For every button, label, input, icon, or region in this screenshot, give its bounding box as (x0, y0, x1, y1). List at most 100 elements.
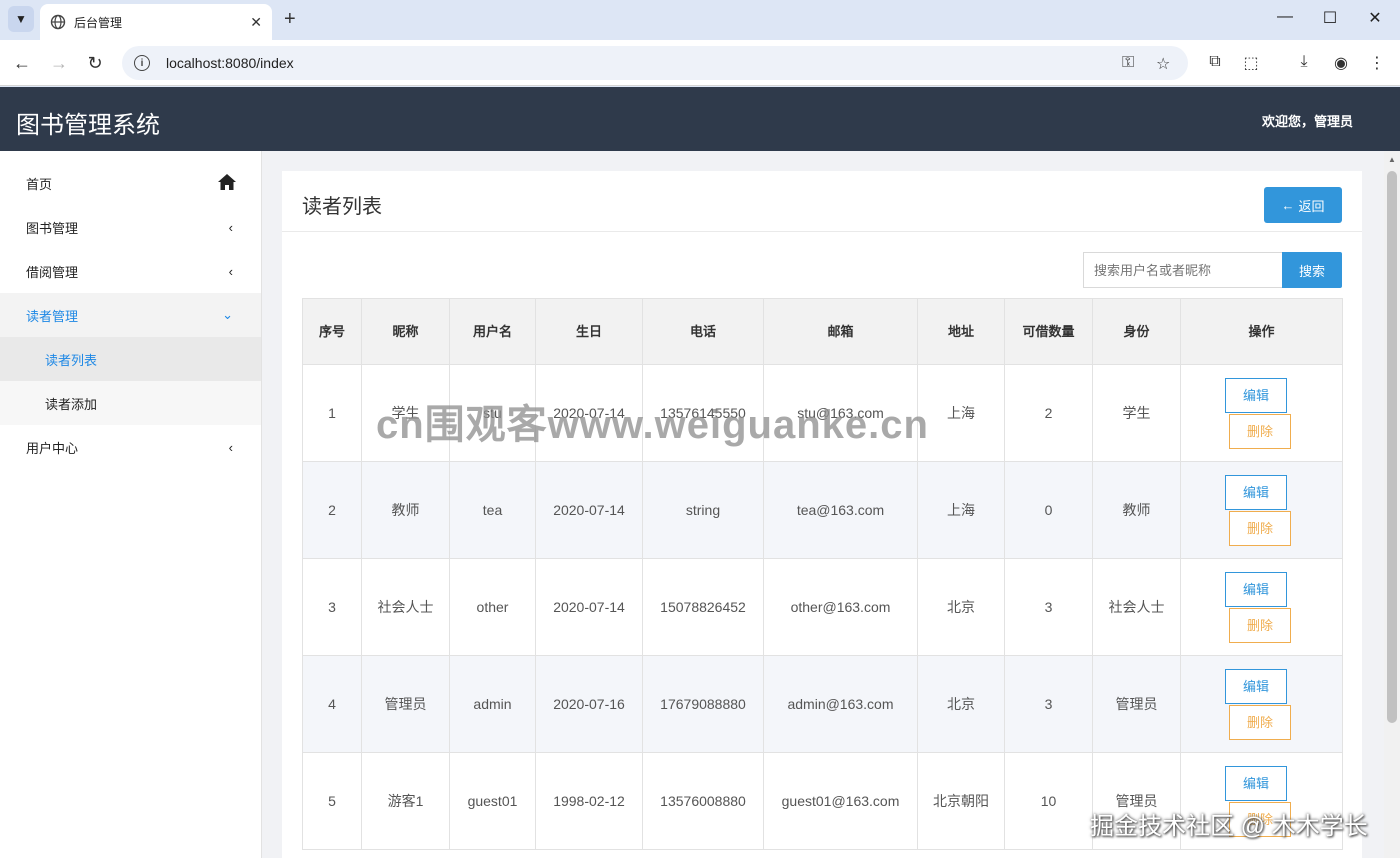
page-scrollbar[interactable]: ▲ (1384, 151, 1400, 858)
edit-button[interactable]: 编辑 (1225, 668, 1287, 704)
column-header: 可借数量 (1004, 298, 1093, 365)
column-header: 昵称 (361, 298, 450, 365)
delete-button[interactable]: 删除 (1229, 704, 1291, 740)
table-cell: 2 (302, 461, 362, 559)
delete-button[interactable]: 删除 (1229, 413, 1291, 449)
table-cell: 教师 (361, 461, 450, 559)
address-bar[interactable]: i localhost:8080/index ⚿ ☆ (122, 46, 1188, 80)
column-header: 生日 (535, 298, 643, 365)
table-cell: 游客1 (361, 752, 450, 850)
table-cell: 社会人士 (361, 558, 450, 656)
edit-button[interactable]: 编辑 (1225, 765, 1287, 801)
sidebar-subitem-reader-add[interactable]: 读者添加 (0, 381, 261, 425)
app-title: 图书管理系统 (16, 112, 160, 139)
bookmark-star-icon[interactable]: ☆ (1156, 54, 1170, 74)
scrollbar-thumb[interactable] (1387, 171, 1397, 723)
app-header: 图书管理系统 欢迎您，管理员 (0, 87, 1400, 151)
chevron-left-icon: ‹ (228, 219, 233, 235)
chevron-left-icon: ‹ (228, 263, 233, 279)
table-cell: tea@163.com (763, 461, 918, 559)
close-window-button[interactable]: ✕ (1360, 8, 1390, 28)
actions-cell: 编辑 删除 (1180, 655, 1343, 753)
sidebar-item-user-center[interactable]: 用户中心 ‹ (0, 425, 261, 469)
password-key-icon[interactable]: ⚿ (1122, 54, 1134, 72)
main-content: 读者列表 ← 返回 搜索 序号昵称用户名生日电话邮箱地址可借数量身份操作 1 学生… (262, 151, 1384, 858)
back-button-label: 返回 (1298, 198, 1325, 214)
table-cell: 北京朝阳 (917, 752, 1005, 850)
table-cell: 2 (1004, 364, 1093, 462)
table-cell: 15078826452 (642, 558, 764, 656)
edit-button[interactable]: 编辑 (1225, 474, 1287, 510)
search-button[interactable]: 搜索 (1282, 252, 1342, 288)
table-cell: 3 (302, 558, 362, 656)
tab-title: 后台管理 (74, 15, 123, 30)
reader-table: 序号 昵称 用户名 生日 电话 邮箱 地址 可借数量 身份 操作 1 学生 stu 2020-07-14… (302, 298, 1343, 850)
sidebar-subitem-label: 读者列表 (45, 352, 98, 368)
browser-toolbar: ← → ↻ i localhost:8080/index ⚿ ☆ ⧉ ⬚ ⤓ ◉… (0, 40, 1400, 86)
chevron-down-icon: ⌄ (222, 307, 233, 322)
arrow-left-icon: ← (1281, 197, 1295, 213)
site-info-icon[interactable]: i (134, 55, 150, 71)
download-icon[interactable]: ⤓ (1293, 53, 1315, 71)
table-cell: other (449, 558, 536, 656)
reader-list-card: 读者列表 ← 返回 搜索 序号昵称用户名生日电话邮箱地址可借数量身份操作 1 学生… (282, 171, 1362, 858)
minimize-button[interactable]: — (1270, 8, 1300, 26)
table-cell: guest01 (449, 752, 536, 850)
sidebar-subitem-reader-list[interactable]: 读者列表 (0, 337, 261, 381)
table-cell: 0 (1004, 461, 1093, 559)
table-cell: 4 (302, 655, 362, 753)
table-cell: 3 (1004, 655, 1093, 753)
reload-icon[interactable]: ↻ (83, 52, 107, 74)
scroll-up-icon[interactable]: ▲ (1388, 155, 1396, 164)
back-button[interactable]: ← 返回 (1264, 187, 1342, 223)
browser-tabbar: ▼ 后台管理 ✕ + — ☐ ✕ (0, 0, 1400, 40)
table-row: 2 教师 tea 2020-07-14 string tea@163.com 上海 0 教师 编辑… (302, 461, 1343, 559)
profile-icon[interactable]: ◉ (1330, 53, 1352, 73)
browser-tab[interactable]: 后台管理 ✕ (40, 4, 272, 40)
sidebar-item-books[interactable]: 图书管理 ‹ (0, 205, 261, 249)
table-cell: tea (449, 461, 536, 559)
table-cell: 管理员 (1092, 655, 1181, 753)
table-cell: admin (449, 655, 536, 753)
table-cell: 北京 (917, 655, 1005, 753)
table-cell: 17679088880 (642, 655, 764, 753)
table-cell: 13576008880 (642, 752, 764, 850)
column-header: 用户名 (449, 298, 536, 365)
tab-search-button[interactable]: ▼ (8, 6, 34, 32)
sidebar-item-label: 图书管理 (26, 220, 79, 236)
back-arrow-icon[interactable]: ← (10, 52, 34, 74)
tab-close-icon[interactable]: ✕ (250, 14, 262, 31)
table-cell: 管理员 (361, 655, 450, 753)
edit-button[interactable]: 编辑 (1225, 377, 1287, 413)
address-url[interactable]: localhost:8080/index (166, 55, 294, 71)
delete-button[interactable]: 删除 (1229, 510, 1291, 546)
sidebar-item-borrow[interactable]: 借阅管理 ‹ (0, 249, 261, 293)
search-input[interactable] (1083, 252, 1283, 288)
table-header-row: 序号 昵称 用户名 生日 电话 邮箱 地址 可借数量 身份 操作 (302, 298, 1343, 365)
menu-dots-icon[interactable]: ⋮ (1366, 53, 1388, 73)
table-cell: 2020-07-14 (535, 461, 643, 559)
actions-cell: 编辑 删除 (1180, 558, 1343, 656)
table-cell: 1 (302, 364, 362, 462)
sidebar-item-home[interactable]: 首页 (0, 161, 261, 205)
table-cell: 上海 (917, 461, 1005, 559)
extensions-icon[interactable]: ⬚ (1240, 53, 1262, 73)
table-cell: admin@163.com (763, 655, 918, 753)
sidebar-item-readers[interactable]: 读者管理 ⌄ (0, 293, 261, 337)
actions-cell: 编辑 删除 (1180, 364, 1343, 462)
table-cell: 北京 (917, 558, 1005, 656)
maximize-button[interactable]: ☐ (1315, 8, 1345, 28)
column-header: 身份 (1092, 298, 1181, 365)
corner-watermark: 掘金技术社区 @ 木木学长 (1090, 813, 1368, 840)
table-cell: string (642, 461, 764, 559)
crop-icon[interactable]: ⧉ (1204, 53, 1226, 71)
forward-arrow-icon[interactable]: → (47, 52, 71, 74)
new-tab-button[interactable]: + (284, 8, 296, 30)
table-cell: 上海 (917, 364, 1005, 462)
table-cell: 2020-07-16 (535, 655, 643, 753)
delete-button[interactable]: 删除 (1229, 607, 1291, 643)
actions-cell: 编辑 删除 (1180, 461, 1343, 559)
table-cell: 1998-02-12 (535, 752, 643, 850)
welcome-text: 欢迎您，管理员 (1261, 114, 1353, 129)
edit-button[interactable]: 编辑 (1225, 571, 1287, 607)
